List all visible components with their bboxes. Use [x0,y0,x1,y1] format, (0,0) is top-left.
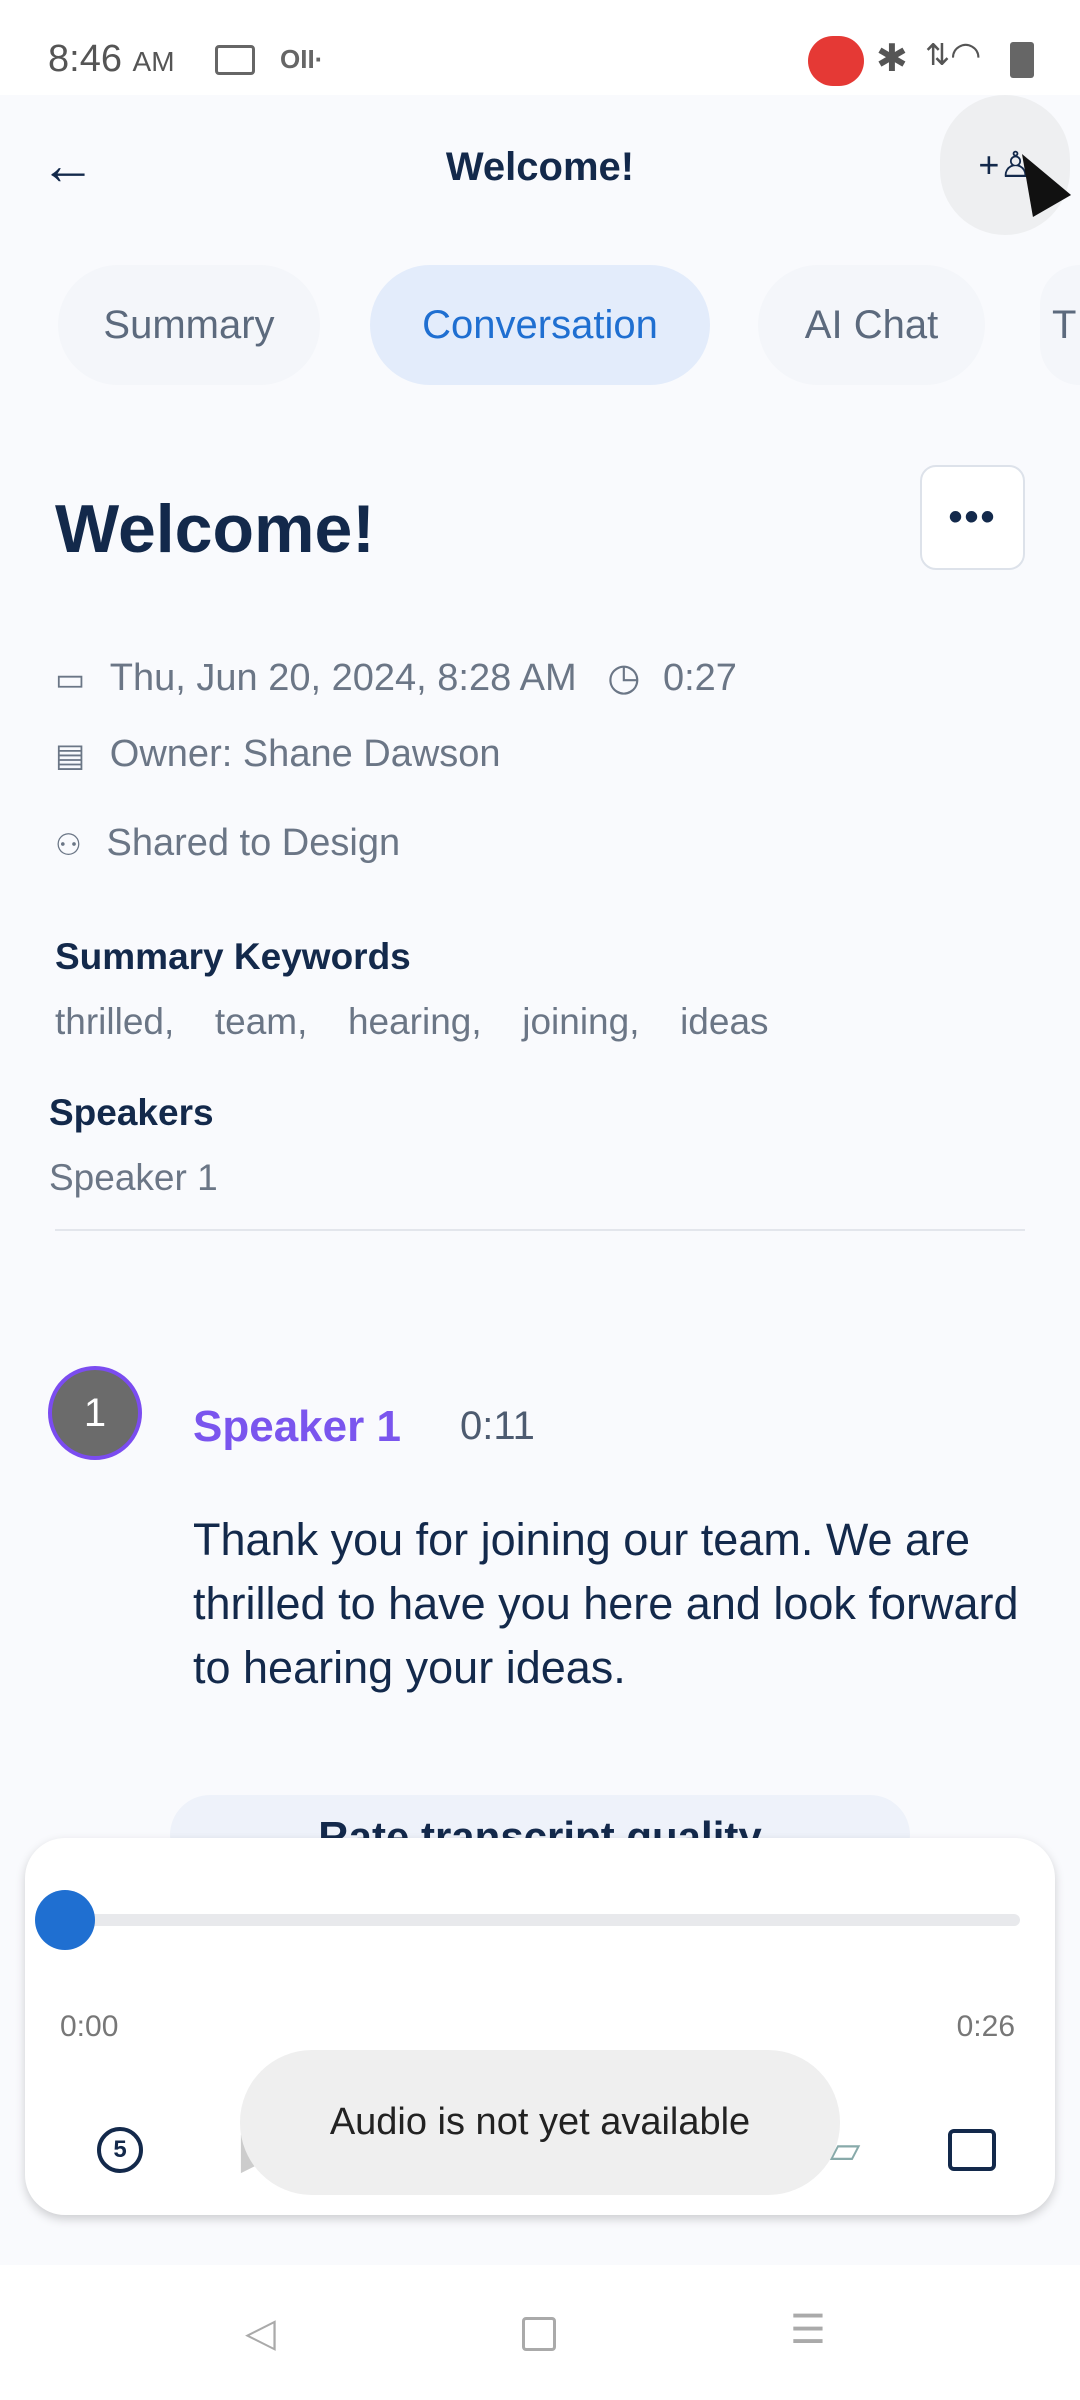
speaker-name[interactable]: Speaker 1 [193,1402,401,1452]
header-title: Welcome! [445,145,635,189]
summary-keywords-heading: Summary Keywords [55,936,411,977]
data-arrows-icon: ⇅ [925,39,951,72]
shared-row: ⚇ Shared to Design [55,822,401,864]
rewind-5-icon: 5 [97,2127,143,2173]
more-options-button[interactable]: ••• [920,465,1025,570]
screen-record-icon [215,45,255,75]
owner-badge-icon: ▤ [55,737,86,773]
owner-row: ▤ Owner: Shane Dawson [55,733,501,775]
people-icon: ⚇ [55,829,82,862]
nav-recents-button[interactable]: ☰ [790,2307,826,2353]
total-time: 0:26 [956,2010,1015,2043]
wifi-icon: ◠ [950,34,982,75]
bluetooth-icon: ✱ [876,38,908,80]
system-nav-bar: ◁ ☰ [0,2265,1080,2400]
nav-home-button[interactable] [522,2317,556,2351]
current-time: 0:00 [60,2010,119,2043]
tab-ai-chat[interactable]: AI Chat [758,265,985,385]
speakers-list: Speaker 1 [49,1157,218,1198]
speaker-avatar[interactable]: 1 [48,1366,142,1460]
clock-icon: ◷ [607,657,641,699]
seek-bar[interactable] [65,1914,1020,1926]
tab-more[interactable]: T [1040,265,1080,385]
chat-bubble-icon [948,2129,996,2171]
toast-message: Audio is not yet available [240,2050,840,2195]
seek-thumb[interactable] [35,1890,95,1950]
keyword-list: thrilled, team, hearing, joining, ideas [55,1001,769,1042]
transcript-text: Thank you for joining our team. We are t… [193,1514,1019,1693]
tab-summary[interactable]: Summary [58,265,320,385]
nav-back-button[interactable]: ◁ [245,2310,276,2356]
voicemail-icon: OII· [280,44,324,74]
recording-indicator-icon [808,36,864,86]
status-time: 8:46 AM [48,38,175,80]
rewind-5-button[interactable]: 5 [85,2115,155,2185]
page-title: Welcome! [55,491,375,567]
speakers-heading: Speakers [49,1092,214,1133]
comments-button[interactable] [937,2115,1007,2185]
battery-icon [1010,42,1034,78]
status-bar: 8:46 AM OII· ✱ ⇅ ◠ [0,0,1080,95]
tab-conversation[interactable]: Conversation [370,265,710,385]
ellipsis-icon: ••• [948,495,997,539]
segment-timestamp[interactable]: 0:11 [460,1404,535,1449]
divider [55,1229,1025,1231]
date-row: ▭ Thu, Jun 20, 2024, 8:28 AM ◷ 0:27 [55,657,737,699]
calendar-icon: ▭ [55,661,86,697]
